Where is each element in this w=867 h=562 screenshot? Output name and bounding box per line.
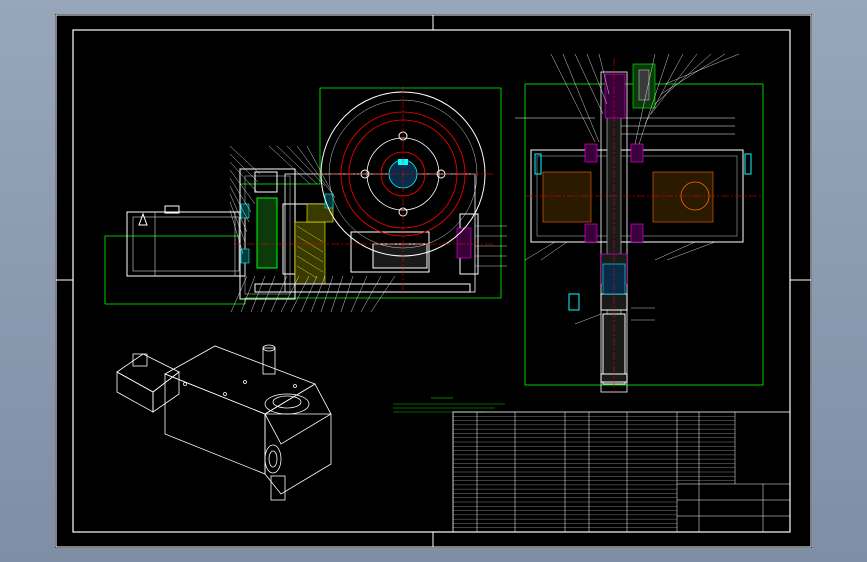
outer-border (55, 14, 812, 548)
cad-drawing (55, 14, 812, 548)
drawing-sheet (55, 14, 812, 548)
front-view (104, 86, 507, 313)
inner-frame (72, 29, 791, 533)
technical-notes (393, 397, 505, 413)
side-section-view (515, 53, 764, 394)
parts-table (452, 411, 791, 533)
isometric-view (116, 344, 332, 501)
